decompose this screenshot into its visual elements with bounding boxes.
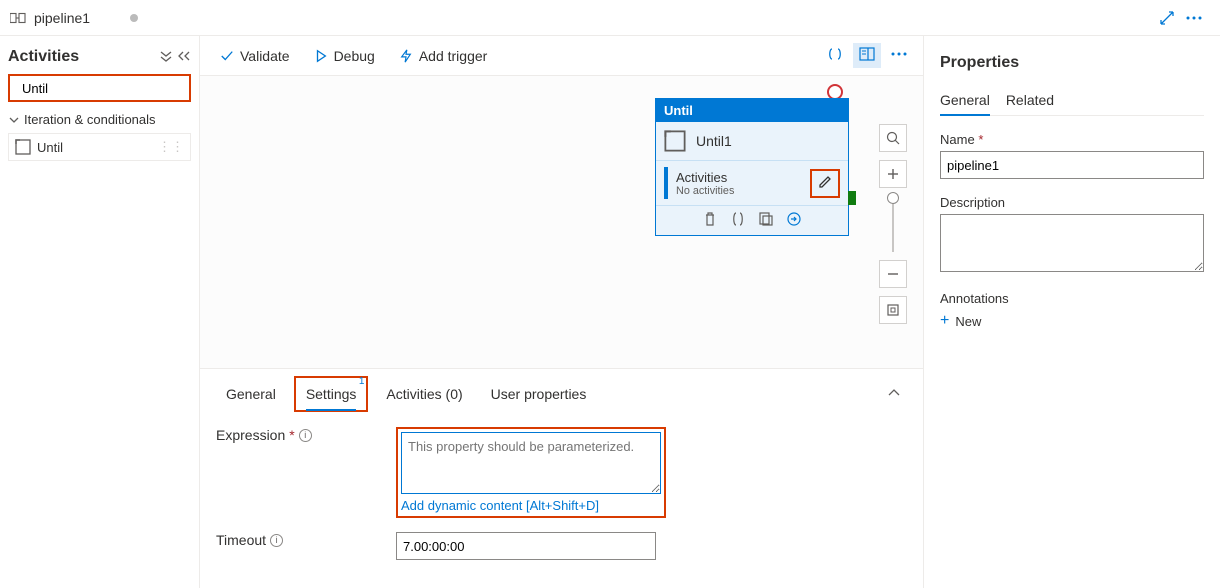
canvas-controls [879,124,907,324]
debug-button[interactable]: Debug [304,44,385,68]
search-canvas-button[interactable] [879,124,907,152]
bottom-panel: General Settings 1 Activities (0) User p… [200,368,923,588]
activities-heading: Activities [8,48,79,66]
timeout-label: Timeout i [216,532,396,548]
zoom-out-button[interactable] [879,260,907,288]
chevron-down-icon [8,114,20,126]
play-icon [314,49,328,63]
info-icon[interactable]: i [299,429,312,442]
properties-toggle-button[interactable] [853,43,881,68]
tab-general[interactable]: General [216,378,286,410]
node-type-label: Until [656,99,848,122]
fit-to-screen-button[interactable] [879,296,907,324]
braces-icon [731,212,745,226]
enter-icon [787,212,801,226]
search-icon [886,131,900,145]
copy-icon [759,212,773,226]
expression-input[interactable] [401,432,661,494]
node-until[interactable]: Until Until1 Activities No activities [655,98,849,236]
activities-sidebar: Activities Iteration & conditionals Unti… [0,36,200,588]
plus-icon [887,168,899,180]
description-input[interactable] [940,214,1204,272]
plus-icon: + [940,312,949,330]
annotations-label: Annotations [940,291,1204,306]
add-trigger-button[interactable]: Add trigger [389,44,497,68]
timeout-input[interactable] [396,532,656,560]
trigger-icon [399,49,413,63]
search-input-wrapper [8,74,191,102]
node-activities-label: Activities [676,170,727,185]
group-iteration[interactable]: Iteration & conditionals [8,112,191,127]
collapse-all-icon[interactable] [159,50,173,65]
zoom-slider[interactable] [892,196,894,252]
title-bar: pipeline1 [0,0,1220,36]
success-port-icon[interactable] [848,191,856,205]
tab-settings[interactable]: Settings 1 [294,376,369,412]
zoom-thumb[interactable] [887,192,899,204]
node-activities-count: No activities [676,185,734,197]
collapse-sidebar-icon[interactable] [177,50,191,65]
accent-bar-icon [664,167,668,199]
delete-node-button[interactable] [703,212,717,229]
navigate-in-button[interactable] [787,212,801,229]
tab-activities[interactable]: Activities (0) [376,378,472,410]
properties-pane: Properties General Related Name * Descri… [924,36,1220,588]
description-label: Description [940,195,1204,210]
drag-grip-icon: ⋮⋮ [158,139,184,155]
activity-item-until[interactable]: Until ⋮⋮ [8,133,191,161]
code-view-button[interactable] [821,43,849,68]
more-menu-button[interactable] [1180,6,1208,30]
properties-heading: Properties [940,54,1204,72]
canvas-more-button[interactable] [885,43,913,68]
node-name: Until1 [696,133,732,149]
settings-error-badge: 1 [359,376,365,387]
until-icon [15,139,31,155]
copy-node-button[interactable] [759,212,773,229]
info-icon[interactable]: i [270,534,283,547]
expand-button[interactable] [1154,6,1180,30]
until-icon [664,130,686,152]
check-icon [220,49,234,63]
pipeline-icon [10,11,28,25]
pipeline-canvas[interactable]: Until Until1 Activities No activities [200,76,923,368]
pipeline-title: pipeline1 [34,10,90,26]
validate-button[interactable]: Validate [210,44,300,68]
fit-icon [886,303,900,317]
code-node-button[interactable] [731,212,745,229]
collapse-panel-button[interactable] [881,381,907,408]
expression-label: Expression * i [216,427,396,443]
canvas-toolbar: Validate Debug Add trigger [200,36,923,76]
chevron-up-icon [887,387,901,399]
add-dynamic-content-link[interactable]: Add dynamic content [Alt+Shift+D] [401,498,661,513]
minus-icon [887,268,899,280]
tab-user-properties[interactable]: User properties [481,378,597,410]
zoom-in-button[interactable] [879,160,907,188]
props-tab-related[interactable]: Related [1006,86,1054,115]
pencil-icon [818,175,832,189]
add-annotation-button[interactable]: + New [940,312,1204,330]
edit-activities-button[interactable] [810,169,840,198]
unsaved-dot-icon [130,14,138,22]
name-input[interactable] [940,151,1204,179]
search-input[interactable] [20,80,200,97]
props-tab-general[interactable]: General [940,86,990,116]
trash-icon [703,212,717,226]
name-label: Name * [940,132,1204,147]
